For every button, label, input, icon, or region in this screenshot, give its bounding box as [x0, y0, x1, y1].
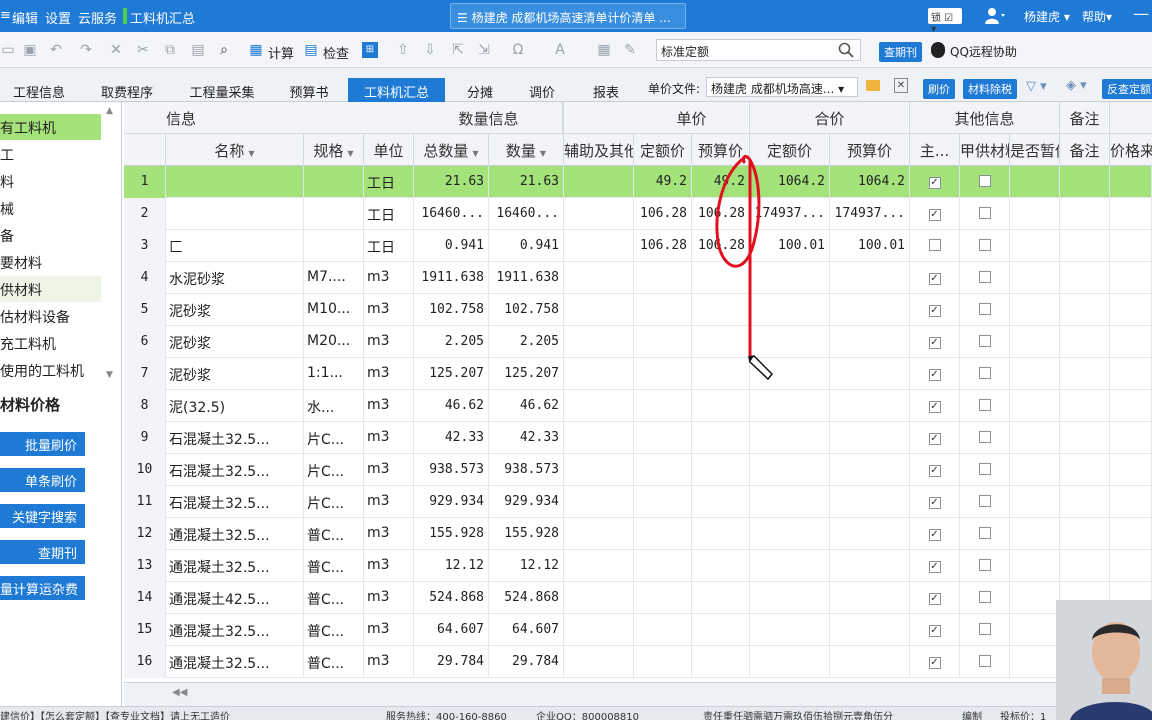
tree-item-material[interactable]: 料 [0, 168, 101, 194]
pen-annotation [715, 154, 761, 359]
menu-summary[interactable]: 工料机汇总 [130, 8, 195, 27]
brush-price-button[interactable]: 刷价 [923, 79, 955, 99]
reverse-quota-button[interactable]: 反查定额 [1102, 79, 1152, 99]
tree-item-estimated-material[interactable]: 估材料设备 [0, 303, 101, 329]
status-hotline: 服务热线：400-160-8860 [386, 712, 507, 720]
status-slogan: 责任重任驷需驷万需玖佰伍拾捌元壹角伍分 [703, 712, 893, 720]
material-tax-button[interactable]: 材料除税 [963, 79, 1017, 99]
copy-icon[interactable]: ⧉ [162, 42, 178, 58]
material-price-title: 材料价格 [0, 396, 61, 414]
tree-item-used[interactable]: 使用的工料机 [0, 357, 101, 383]
open-icon[interactable]: ▭ [0, 42, 16, 58]
minimize-icon[interactable]: — [1133, 4, 1149, 23]
pen-cursor-icon [748, 355, 774, 381]
lock-toggle[interactable]: 锁 ☑ ▾ [928, 8, 962, 35]
excel-icon[interactable]: ✕ [894, 78, 908, 93]
tree-item-machine[interactable]: 械 [0, 195, 101, 221]
freight-calc-button[interactable]: 量计算运杂费 [0, 576, 85, 600]
folder-icon[interactable] [866, 80, 880, 91]
fill-color-icon[interactable]: ◈ ▾ [1066, 78, 1087, 93]
calc-button[interactable]: 计算 [268, 43, 294, 62]
tab-allocation[interactable]: 分摊 [458, 76, 502, 102]
quota-search-icon[interactable] [838, 42, 854, 62]
check-icon[interactable]: ▤ [303, 42, 319, 58]
tab-labor-material-summary[interactable]: 工料机汇总 [348, 78, 445, 102]
summary-accent [123, 8, 127, 24]
tree-item-supplied-material[interactable]: 供材料 [0, 276, 101, 302]
left-panel: 有工料机 工 料 械 备 要材料 供材料 估材料设备 充工料机 使用的工料机 ▲… [0, 102, 122, 706]
move-up-icon[interactable]: ⇧ [395, 42, 411, 58]
batch-brush-price-button[interactable]: 批量刷价 [0, 432, 85, 456]
document-tab[interactable]: ☰ 杨建虎 成都机场高速清单计价清单 ... [450, 3, 686, 29]
scroll-up-icon[interactable]: ▲ [106, 106, 113, 116]
menu-settings[interactable]: 设置 [45, 8, 71, 27]
search-icon[interactable]: ⌕ [216, 42, 232, 58]
scroll-down-icon[interactable]: ▼ [106, 370, 113, 380]
menu-edit[interactable]: 编辑 [12, 8, 38, 27]
tab-quantity-collection[interactable]: 工程量采集 [180, 76, 264, 102]
single-brush-price-button[interactable]: 单条刷价 [0, 468, 85, 492]
scroll-left-icon[interactable]: ◀◀ [172, 687, 187, 698]
edit-icon[interactable]: ✎ [622, 42, 638, 58]
keyword-search-button[interactable]: 关键字搜索 [0, 504, 85, 528]
unit-file-select[interactable]: 杨建虎 成都机场高速... ▾ [706, 77, 858, 97]
tab-price-adjust[interactable]: 调价 [520, 76, 564, 102]
toolbar: ▭ ▣ ↶ ↷ ✕ ✂ ⧉ ▤ ⌕ ▦ 计算 ▤ 检查 ⊞ ⇧ ⇩ ⇱ ⇲ Ω … [0, 32, 1152, 68]
status-bar: 建信价】【怎么套定额】【查专业文档】请上无工造价 服务热线：400-160-88… [0, 706, 1152, 720]
qq-icon [931, 42, 945, 58]
tree-item-supplement[interactable]: 充工料机 [0, 330, 101, 356]
calc-icon[interactable]: ▦ [248, 42, 264, 58]
tree-item-labor[interactable]: 工 [0, 141, 101, 167]
user-icon[interactable] [984, 7, 1006, 29]
cut-icon[interactable]: ✂ [135, 42, 151, 58]
check-button[interactable]: 检查 [323, 43, 349, 62]
delete-icon[interactable]: ✕ [108, 42, 124, 58]
redo-icon[interactable]: ↷ [78, 42, 94, 58]
user-name[interactable]: 杨建虎 ▾ [1024, 8, 1070, 25]
menu-icon[interactable]: ≡ [0, 8, 11, 23]
status-bid: 投标价：1 [1000, 712, 1047, 720]
tab-fee-procedure[interactable]: 取费程序 [92, 76, 162, 102]
quota-select[interactable]: 标准定额 [656, 39, 861, 61]
unit-file-label: 单价文件: [648, 82, 701, 96]
tab-bar: 工程信息 取费程序 工程量采集 预算书 工料机汇总 分摊 调价 报表 单价文件:… [0, 68, 1152, 102]
paste-icon[interactable]: ▤ [190, 42, 206, 58]
check-journal-button[interactable]: 查期刊 [879, 42, 922, 62]
webcam-overlay [1056, 600, 1152, 720]
tree-item-equipment[interactable]: 备 [0, 222, 101, 248]
qq-remote-help[interactable]: QQ远程协助 [950, 43, 1017, 60]
status-mode: 编制 [962, 712, 982, 720]
filter-icon[interactable]: ▽ ▾ [1026, 79, 1047, 94]
check-journal-side-button[interactable]: 查期刊 [0, 540, 85, 564]
quota-select-value: 标准定额 [661, 45, 710, 59]
tree-item-all[interactable]: 有工料机 [0, 114, 101, 140]
font-icon[interactable]: A [552, 42, 568, 58]
menu-cloud[interactable]: 云服务 [78, 8, 117, 27]
material-grid: 信息 数量信息 单价 合价 其他信息 备注 名称 ▼ 规格 ▼ 单位 总数量 ▼ 数量… [124, 102, 1152, 682]
undo-icon[interactable]: ↶ [48, 42, 64, 58]
tree-item-main-material[interactable]: 要材料 [0, 249, 101, 275]
help-menu[interactable]: 帮助▾ [1082, 8, 1112, 25]
calculator-icon[interactable]: ▦ [596, 42, 612, 58]
status-links[interactable]: 建信价】【怎么套定额】【查专业文档】请上无工造价 [0, 708, 230, 720]
tab-project-info[interactable]: 工程信息 [0, 76, 78, 102]
tab-reports[interactable]: 报表 [584, 76, 628, 102]
horizontal-scrollbar[interactable]: ◀◀ [124, 682, 1056, 706]
title-bar: ≡ 编辑 设置 云服务 工料机汇总 ☰ 杨建虎 成都机场高速清单计价清单 ...… [0, 0, 1152, 35]
status-qq: 企业QQ：800008810 [536, 712, 640, 720]
save-icon[interactable]: ▣ [22, 42, 38, 58]
tab-budget-book[interactable]: 预算书 [283, 76, 335, 102]
omega-icon[interactable]: Ω [510, 42, 526, 58]
move-down-icon[interactable]: ⇩ [422, 42, 438, 58]
lock-label: 锁 [931, 13, 941, 24]
table-icon[interactable]: ⊞ [362, 42, 378, 58]
level-up-icon[interactable]: ⇱ [450, 42, 466, 58]
level-down-icon[interactable]: ⇲ [476, 42, 492, 58]
unit-file-value: 杨建虎 成都机场高速... [711, 82, 835, 96]
